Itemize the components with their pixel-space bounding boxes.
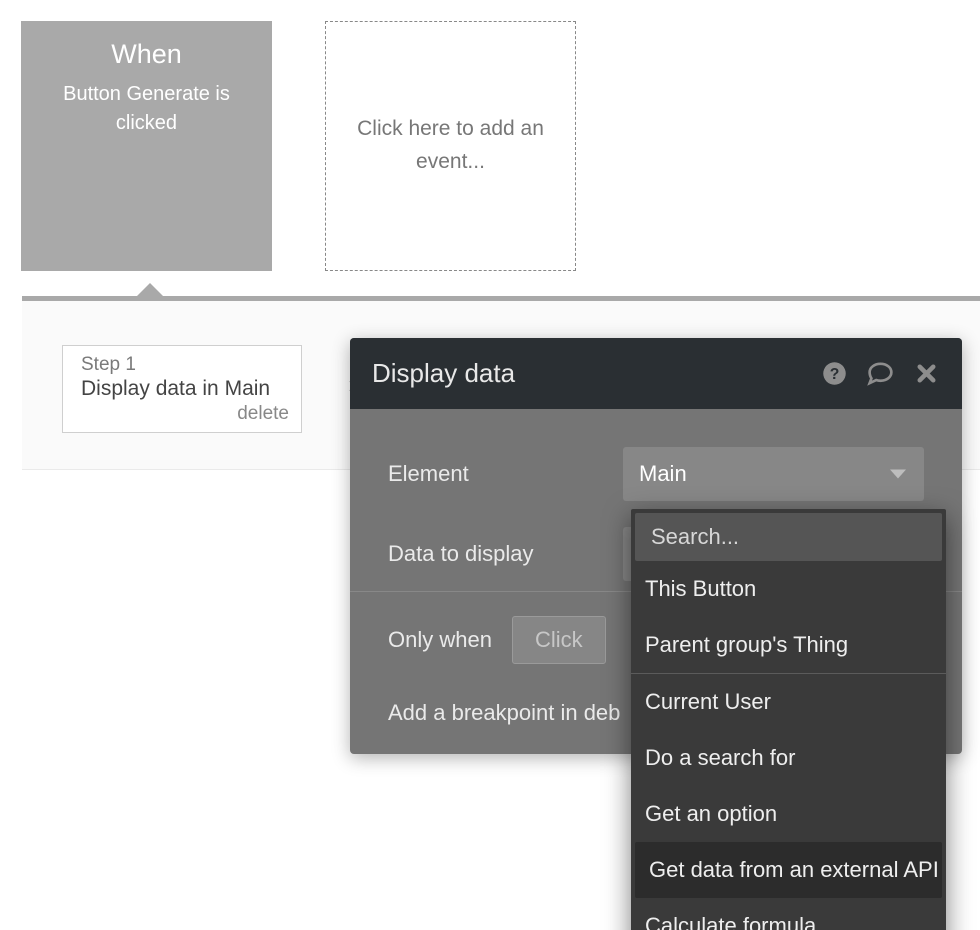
step-title: Display data in Main: [81, 377, 289, 401]
dropdown-item[interactable]: Get an option: [631, 786, 946, 842]
only-when-click-label: Click: [535, 627, 583, 653]
help-icon[interactable]: ?: [821, 360, 848, 387]
event-card-subtitle: Button Generate is clicked: [21, 80, 272, 138]
step-card[interactable]: Step 1 Display data in Main delete: [62, 345, 302, 433]
step-delete-link[interactable]: delete: [81, 403, 289, 425]
close-icon[interactable]: [913, 360, 940, 387]
element-row: Element Main: [388, 447, 924, 501]
step-index: Step 1: [81, 354, 289, 376]
data-to-display-label: Data to display: [388, 541, 623, 567]
event-card-title: When: [111, 39, 182, 70]
dropdown-item[interactable]: Get data from an external API: [635, 842, 942, 898]
dropdown-list: This ButtonParent group's ThingCurrent U…: [631, 561, 946, 930]
add-event-label: Click here to add an event...: [356, 113, 545, 178]
editor-title: Display data: [372, 358, 821, 389]
comment-icon[interactable]: [864, 359, 897, 388]
dropdown-item[interactable]: Do a search for: [631, 730, 946, 786]
only-when-expression[interactable]: Click: [512, 616, 606, 664]
svg-text:?: ?: [830, 366, 840, 383]
dropdown-search-input[interactable]: Search...: [635, 513, 942, 561]
only-when-label: Only when: [388, 627, 492, 653]
dropdown-item[interactable]: Current User: [631, 674, 946, 730]
event-pointer: [136, 283, 164, 297]
event-card-when[interactable]: When Button Generate is clicked: [21, 21, 272, 271]
dropdown-item[interactable]: This Button: [631, 561, 946, 617]
events-row: When Button Generate is clicked Click he…: [21, 21, 576, 271]
data-source-dropdown: Search... This ButtonParent group's Thin…: [631, 509, 946, 930]
element-value: Main: [639, 461, 687, 487]
element-label: Element: [388, 461, 623, 487]
dropdown-item[interactable]: Parent group's Thing: [631, 617, 946, 674]
editor-header-icons: ?: [821, 359, 940, 388]
dropdown-item[interactable]: Calculate formula: [631, 898, 946, 930]
editor-header: Display data ?: [350, 338, 962, 409]
element-select[interactable]: Main: [623, 447, 924, 501]
add-event-card[interactable]: Click here to add an event...: [325, 21, 576, 271]
